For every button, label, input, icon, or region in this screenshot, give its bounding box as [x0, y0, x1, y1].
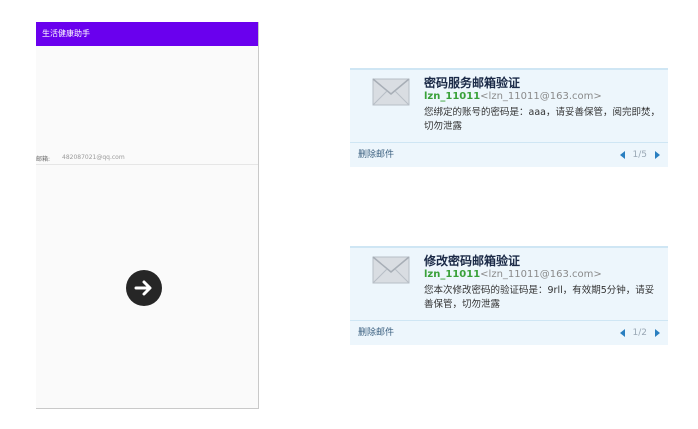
mail-card[interactable]: 修改密码邮箱验证 lzn_11011<lzn_11011@163.com> 您本…: [350, 246, 668, 345]
envelope-icon: [372, 256, 410, 284]
email-underline: [36, 164, 258, 165]
mail-card[interactable]: 密码服务邮箱验证 lzn_11011<lzn_11011@163.com> 您绑…: [350, 68, 668, 167]
mail-subject: 密码服务邮箱验证: [424, 76, 521, 90]
phone-screen: 生活健康助手 邮箱: 482087021@qq.com: [36, 22, 259, 409]
app-title: 生活健康助手: [42, 29, 90, 38]
next-arrow-icon[interactable]: [655, 329, 660, 337]
sender-name: lzn_11011: [424, 269, 481, 280]
arrow-right-icon: [134, 280, 152, 296]
mail-pager: 1/5: [619, 143, 660, 167]
prev-arrow-icon[interactable]: [619, 329, 625, 337]
pager-text: 1/2: [632, 328, 647, 338]
mail-message: 您本次修改密码的验证码是：9rll，有效期5分钟，请妥善保管，切勿泄露: [424, 285, 655, 310]
mail-footer: 删除邮件 1/2: [350, 320, 668, 345]
sender-name: lzn_11011: [424, 91, 481, 102]
envelope-icon: [372, 78, 410, 106]
email-field[interactable]: 邮箱: 482087021@qq.com: [36, 152, 258, 164]
mail-sender: lzn_11011<lzn_11011@163.com>: [424, 91, 602, 102]
next-button[interactable]: [126, 270, 162, 306]
delete-mail-link[interactable]: 删除邮件: [358, 321, 394, 345]
mail-message: 您绑定的账号的密码是：aaa，请妥善保管，阅完即焚，切勿泄露: [424, 107, 660, 132]
mail-body: 密码服务邮箱验证 lzn_11011<lzn_11011@163.com> 您绑…: [350, 68, 668, 142]
pager-text: 1/5: [632, 150, 647, 160]
mail-footer: 删除邮件 1/5: [350, 142, 668, 167]
mail-body: 修改密码邮箱验证 lzn_11011<lzn_11011@163.com> 您本…: [350, 246, 668, 320]
mail-pager: 1/2: [619, 321, 660, 345]
mail-sender: lzn_11011<lzn_11011@163.com>: [424, 269, 602, 280]
email-value[interactable]: 482087021@qq.com: [62, 154, 125, 161]
next-arrow-icon[interactable]: [655, 151, 660, 159]
sender-address: <lzn_11011@163.com>: [480, 91, 602, 102]
sender-address: <lzn_11011@163.com>: [480, 269, 602, 280]
email-label: 邮箱:: [36, 156, 51, 163]
mail-subject: 修改密码邮箱验证: [424, 254, 521, 268]
delete-mail-link[interactable]: 删除邮件: [358, 143, 394, 167]
app-bar: 生活健康助手: [36, 22, 258, 46]
prev-arrow-icon[interactable]: [619, 151, 625, 159]
